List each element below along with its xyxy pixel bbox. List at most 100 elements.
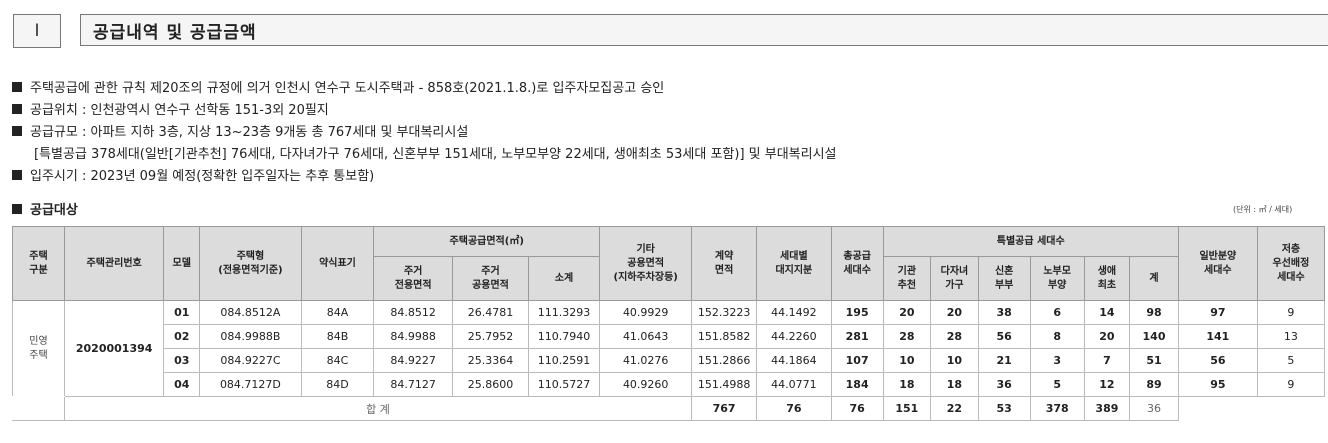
square-bullet-icon [12, 104, 22, 114]
exclusive-area-cell: 84.7127 [373, 372, 454, 397]
table-row: 04 084.7127D 84D 84.7127 25.8600 110.5727 40.9… [13, 372, 1326, 397]
exclusive-area-cell: 84.8512 [373, 300, 454, 325]
common-area-cell: 26.4781 [452, 300, 529, 325]
area-subtotal-cell: 110.5727 [527, 372, 601, 397]
multi-child-cell: 28 [930, 324, 979, 349]
area-subtotal-cell: 110.7940 [527, 324, 601, 349]
elderly-cell: 8 [1029, 324, 1085, 349]
col-special-supply-group: 특별공급 세대수 [882, 226, 1179, 257]
total-cell: 36 [1129, 396, 1179, 421]
contract-area-cell: 151.8582 [691, 324, 758, 349]
supply-target-heading: 공급대상 [12, 199, 78, 218]
col-abbreviation: 약식표기 [300, 226, 375, 301]
total-supply-cell: 107 [830, 348, 884, 373]
common-area-cell: 25.8600 [452, 372, 529, 397]
col-house-category: 주택 구분 [12, 226, 65, 301]
general-supply-cell: 97 [1177, 300, 1258, 325]
col-first-time: 생애 최초 [1083, 256, 1131, 301]
first-time-cell: 20 [1083, 324, 1131, 349]
total-cell: 76 [756, 396, 832, 421]
col-other-common-area: 기타 공용면적 (지하주차장등) [599, 226, 693, 301]
exclusive-area-cell: 84.9227 [373, 348, 454, 373]
total-supply-cell: 281 [830, 324, 884, 349]
supply-info-list: 주택공급에 관한 규칙 제20조의 규정에 의거 인천시 연수구 도시주택과 -… [12, 78, 837, 188]
col-common-area: 주거 공용면적 [452, 256, 529, 301]
land-share-cell: 44.2260 [756, 324, 832, 349]
institution-cell: 28 [882, 324, 932, 349]
col-land-share: 세대별 대지지분 [756, 226, 832, 301]
col-general-supply: 일반분양 세대수 [1177, 226, 1258, 301]
house-category-cell: 민영 주택 [12, 300, 65, 397]
total-cell: 53 [977, 396, 1031, 421]
other-common-area-cell: 41.0276 [599, 348, 693, 373]
col-model: 모델 [163, 226, 201, 301]
low-floor-cell: 13 [1256, 324, 1326, 349]
special-sum-cell: 89 [1129, 372, 1179, 397]
contract-area-cell: 151.4988 [691, 372, 758, 397]
total-supply-cell: 195 [830, 300, 884, 325]
first-time-cell: 12 [1083, 372, 1131, 397]
first-time-cell: 7 [1083, 348, 1131, 373]
total-cell: 378 [1029, 396, 1085, 421]
abbr-cell: 84D [300, 372, 375, 397]
elderly-cell: 3 [1029, 348, 1085, 373]
multi-child-cell: 20 [930, 300, 979, 325]
land-share-cell: 44.0771 [756, 372, 832, 397]
contract-area-cell: 152.3223 [691, 300, 758, 325]
col-contract-area: 계약 면적 [691, 226, 758, 301]
total-cell: 767 [691, 396, 758, 421]
section-title: 공급내역 및 공급금액 [80, 14, 1328, 46]
first-time-cell: 14 [1083, 300, 1131, 325]
general-supply-cell: 95 [1177, 372, 1258, 397]
common-area-cell: 25.3364 [452, 348, 529, 373]
contract-area-cell: 151.2866 [691, 348, 758, 373]
square-bullet-icon [12, 204, 22, 214]
general-supply-cell: 56 [1177, 348, 1258, 373]
area-subtotal-cell: 110.2591 [527, 348, 601, 373]
col-supply-area-group: 주택공급면적(㎡) [373, 226, 601, 257]
col-low-floor-priority: 저층 우선배정 세대수 [1256, 226, 1326, 301]
elderly-cell: 6 [1029, 300, 1085, 325]
multi-child-cell: 10 [930, 348, 979, 373]
model-cell: 03 [163, 348, 201, 373]
table-row: 민영 주택 2020001394 01 084.8512A 84A 84.8512 26.47… [12, 300, 1326, 397]
total-cell: 76 [830, 396, 884, 421]
land-share-cell: 44.1864 [756, 348, 832, 373]
newlywed-cell: 38 [977, 300, 1031, 325]
col-management-number: 주택관리번호 [63, 226, 165, 301]
general-supply-cell: 141 [1177, 324, 1258, 349]
management-number-cell: 2020001394 [63, 300, 165, 397]
info-line-move-in: 입주시기 : 2023년 09월 예정(정확한 입주일자는 추후 통보함) [12, 166, 837, 188]
housing-type-cell: 084.7127D [199, 372, 302, 397]
header-row-1: 주택 구분 주택관리번호 모델 주택형 (전용면적기준) 약식표기 주택공급면적(㎡… [12, 226, 1326, 301]
housing-type-cell: 084.9988B [199, 324, 302, 349]
square-bullet-icon [12, 126, 22, 136]
other-common-area-cell: 41.0643 [599, 324, 693, 349]
land-share-cell: 44.1492 [756, 300, 832, 325]
other-common-area-cell: 40.9929 [599, 300, 693, 325]
area-subtotal-cell: 111.3293 [527, 300, 601, 325]
info-line-approval: 주택공급에 관한 규칙 제20조의 규정에 의거 인천시 연수구 도시주택과 -… [12, 78, 837, 100]
special-sum-cell: 98 [1129, 300, 1179, 325]
abbr-cell: 84C [300, 348, 375, 373]
total-cell: 151 [882, 396, 932, 421]
total-supply-cell: 184 [830, 372, 884, 397]
model-cell: 01 [163, 300, 201, 325]
abbr-cell: 84B [300, 324, 375, 349]
table-row: 03 084.9227C 84C 84.9227 25.3364 110.2591 41.0… [13, 348, 1326, 373]
elderly-cell: 5 [1029, 372, 1085, 397]
info-line-scale: 공급규모 : 아파트 지하 3층, 지상 13~23층 9개동 총 767세대 … [12, 122, 837, 144]
institution-cell: 10 [882, 348, 932, 373]
total-cell: 389 [1083, 396, 1131, 421]
multi-child-cell: 18 [930, 372, 979, 397]
exclusive-area-cell: 84.9988 [373, 324, 454, 349]
special-sum-cell: 51 [1129, 348, 1179, 373]
col-multi-child: 다자녀 가구 [930, 256, 979, 301]
newlywed-cell: 56 [977, 324, 1031, 349]
col-area-subtotal: 소계 [527, 256, 601, 301]
square-bullet-icon [12, 170, 22, 180]
col-newlywed: 신혼 부부 [977, 256, 1031, 301]
housing-type-cell: 084.9227C [199, 348, 302, 373]
col-institution: 기관 추천 [882, 256, 932, 301]
abbr-cell: 84A [300, 300, 375, 325]
